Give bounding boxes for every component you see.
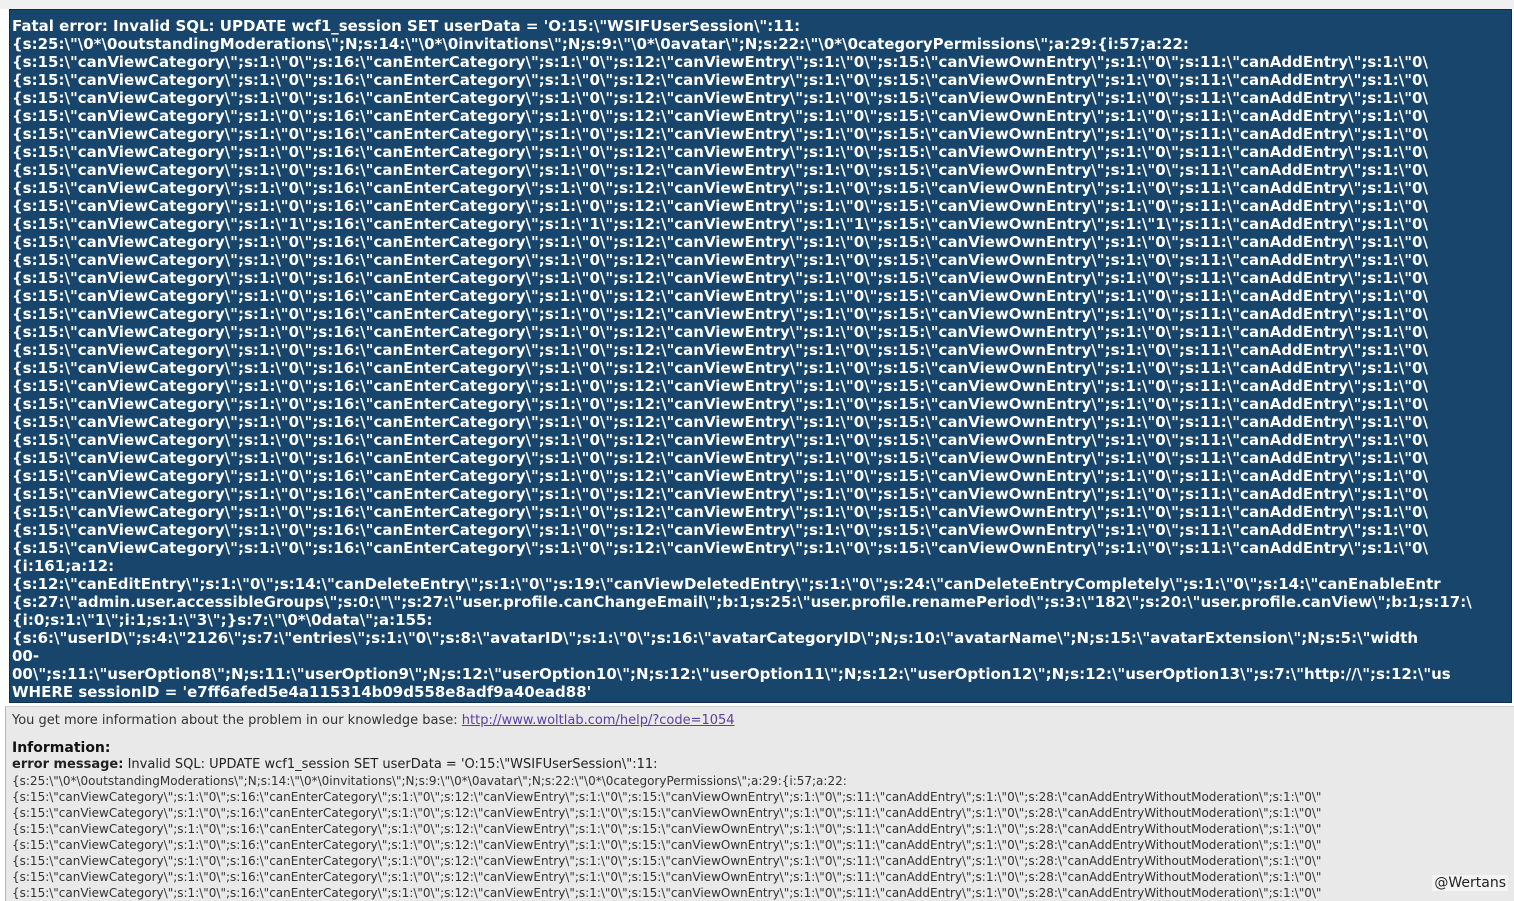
- fatal-error-lines: Fatal error: Invalid SQL: UPDATE wcf1_se…: [12, 17, 1511, 701]
- error-line: {s:15:\"canViewCategory\";s:1:\"0\";s:16…: [12, 521, 1428, 539]
- error-line: {s:15:\"canViewCategory\";s:1:\"0\";s:16…: [12, 71, 1428, 89]
- error-line: {s:15:\"canViewCategory\";s:1:\"0\";s:16…: [12, 413, 1428, 431]
- error-line: {s:15:\"canViewCategory\";s:1:\"0\";s:16…: [12, 89, 1428, 107]
- error-message-details: {s:25:\"\0*\0outstandingModerations\";N;…: [12, 773, 1514, 901]
- error-line: {s:15:\"canViewCategory\";s:1:\"0\";s:16…: [12, 449, 1428, 467]
- error-line: {s:15:\"canViewCategory\";s:1:\"0\";s:16…: [12, 341, 1428, 359]
- error-message-detail-line: {s:15:\"canViewCategory\";s:1:\"0\";s:16…: [12, 822, 1322, 836]
- knowledge-base-link[interactable]: http://www.woltlab.com/help/?code=1054: [462, 713, 735, 728]
- error-line: {s:15:\"canViewCategory\";s:1:\"0\";s:16…: [12, 107, 1428, 125]
- error-line: {s:15:\"canViewCategory\";s:1:\"0\";s:16…: [12, 485, 1428, 503]
- error-line: {s:25:\"\0*\0outstandingModerations\";N;…: [12, 35, 1189, 53]
- error-line: {s:15:\"canViewCategory\";s:1:\"0\";s:16…: [12, 179, 1428, 197]
- error-line: {s:15:\"canViewCategory\";s:1:\"0\";s:16…: [12, 377, 1428, 395]
- error-line: 00\";s:11:\"userOption8\";N;s:11:\"userO…: [12, 665, 1451, 683]
- error-message-detail-line: {s:15:\"canViewCategory\";s:1:\"0\";s:16…: [12, 854, 1322, 868]
- error-line: {s:12:\"canEditEntry\";s:1:\"0\";s:14:\"…: [12, 575, 1441, 593]
- error-line: {s:15:\"canViewCategory\";s:1:\"0\";s:16…: [12, 251, 1428, 269]
- error-line: {s:15:\"canViewCategory\";s:1:\"0\";s:16…: [12, 323, 1428, 341]
- watermark: @Wertans: [1432, 875, 1508, 891]
- error-message-line: error message: Invalid SQL: UPDATE wcf1_…: [12, 757, 1514, 773]
- error-message-detail-line: {s:15:\"canViewCategory\";s:1:\"0\";s:16…: [12, 838, 1322, 852]
- error-line: {s:15:\"canViewCategory\";s:1:\"0\";s:16…: [12, 269, 1428, 287]
- error-line: Fatal error: Invalid SQL: UPDATE wcf1_se…: [12, 17, 801, 35]
- error-line: {s:15:\"canViewCategory\";s:1:\"0\";s:16…: [12, 233, 1428, 251]
- information-box: You get more information about the probl…: [5, 706, 1514, 901]
- knowledge-base-line: You get more information about the probl…: [12, 712, 1514, 729]
- error-line: {s:15:\"canViewCategory\";s:1:\"0\";s:16…: [12, 467, 1428, 485]
- error-message-detail-line: {s:15:\"canViewCategory\";s:1:\"0\";s:16…: [12, 886, 1322, 900]
- error-message-detail-line: {s:15:\"canViewCategory\";s:1:\"0\";s:16…: [12, 870, 1322, 884]
- error-message-detail-line: {s:15:\"canViewCategory\";s:1:\"0\";s:16…: [12, 790, 1322, 804]
- error-message-text: Invalid SQL: UPDATE wcf1_session SET use…: [123, 757, 658, 772]
- error-line: {s:15:\"canViewCategory\";s:1:\"0\";s:16…: [12, 431, 1428, 449]
- error-line: {s:15:\"canViewCategory\";s:1:\"0\";s:16…: [12, 305, 1428, 323]
- top-border: [0, 0, 1514, 9]
- error-line: {s:27:\"admin.user.accessibleGroups\";s:…: [12, 593, 1472, 611]
- error-line: WHERE sessionID = 'e7ff6afed5e4a115314b0…: [12, 683, 592, 701]
- error-message-detail-line: {s:15:\"canViewCategory\";s:1:\"0\";s:16…: [12, 806, 1322, 820]
- knowledge-base-text: You get more information about the probl…: [12, 713, 462, 728]
- error-line: {s:15:\"canViewCategory\";s:1:\"0\";s:16…: [12, 161, 1428, 179]
- error-page: Fatal error: Invalid SQL: UPDATE wcf1_se…: [0, 0, 1514, 901]
- error-line: {s:15:\"canViewCategory\";s:1:\"1\";s:16…: [12, 215, 1428, 233]
- error-line: {i:0;s:1:\"1\";i:1;s:1:\"3\";}s:7:\"\0*\…: [12, 611, 433, 629]
- error-line: {s:15:\"canViewCategory\";s:1:\"0\";s:16…: [12, 143, 1428, 161]
- information-heading: Information:: [12, 740, 111, 756]
- error-message-detail-line: {s:25:\"\0*\0outstandingModerations\";N;…: [12, 774, 847, 788]
- error-line: {i:161;a:12:: [12, 557, 115, 575]
- error-line: 00-: [12, 647, 40, 665]
- fatal-error-box: Fatal error: Invalid SQL: UPDATE wcf1_se…: [9, 9, 1512, 703]
- error-line: {s:15:\"canViewCategory\";s:1:\"0\";s:16…: [12, 197, 1428, 215]
- error-line: {s:6:\"userID\";s:4:\"2126\";s:7:\"entri…: [12, 629, 1418, 647]
- error-line: {s:15:\"canViewCategory\";s:1:\"0\";s:16…: [12, 359, 1428, 377]
- error-line: {s:15:\"canViewCategory\";s:1:\"0\";s:16…: [12, 395, 1428, 413]
- error-message-label: error message:: [12, 757, 124, 772]
- error-line: {s:15:\"canViewCategory\";s:1:\"0\";s:16…: [12, 53, 1428, 71]
- error-line: {s:15:\"canViewCategory\";s:1:\"0\";s:16…: [12, 503, 1428, 521]
- error-line: {s:15:\"canViewCategory\";s:1:\"0\";s:16…: [12, 539, 1428, 557]
- error-line: {s:15:\"canViewCategory\";s:1:\"0\";s:16…: [12, 287, 1428, 305]
- error-line: {s:15:\"canViewCategory\";s:1:\"0\";s:16…: [12, 125, 1428, 143]
